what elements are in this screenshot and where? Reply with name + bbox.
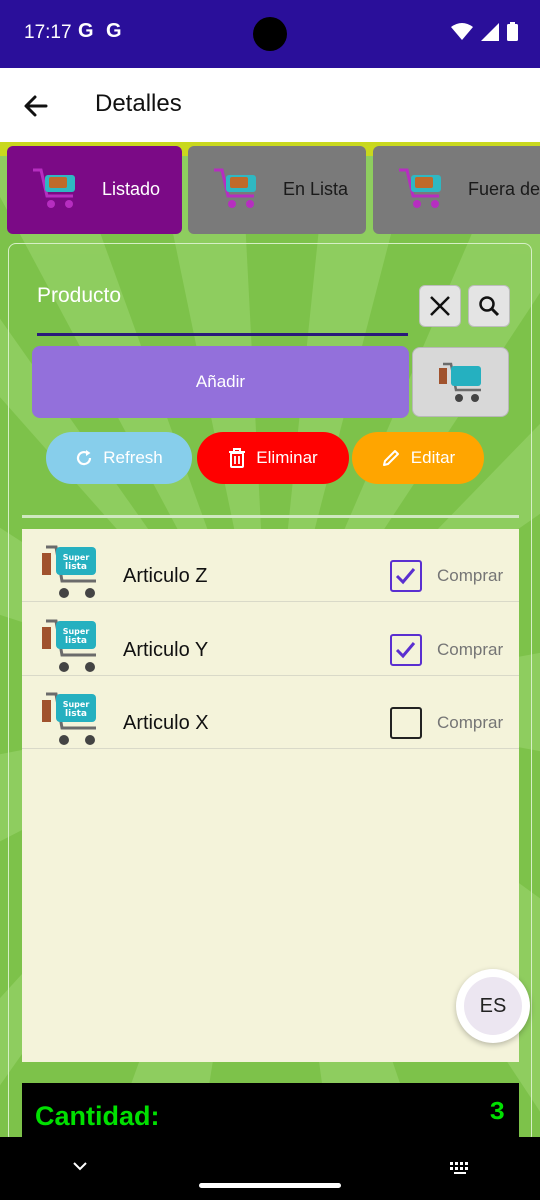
svg-text:Super: Super [63, 700, 90, 709]
list-item[interactable]: Super lista Articulo Z Comprar [22, 529, 519, 602]
tab-listado[interactable]: Listado [7, 146, 182, 234]
item-name: Articulo X [123, 712, 209, 734]
battery-icon [507, 22, 518, 41]
total-label: Cantidad: [35, 1101, 160, 1131]
app-bar: Detalles [0, 68, 540, 142]
add-button[interactable]: Añadir [32, 346, 409, 418]
signal-icon [481, 22, 499, 41]
tab-en-lista[interactable]: En Lista [188, 146, 366, 234]
item-name: Articulo Y [123, 639, 209, 661]
refresh-label: Refresh [103, 448, 163, 467]
refresh-button[interactable]: Refresh [46, 432, 192, 484]
buy-checkbox[interactable] [390, 634, 422, 666]
edit-button[interactable]: Editar [352, 432, 484, 484]
delete-button[interactable]: Eliminar [197, 432, 349, 484]
pencil-icon [382, 450, 399, 466]
svg-text:lista: lista [65, 709, 87, 719]
buy-label: Comprar [437, 640, 504, 659]
buy-label: Comprar [437, 566, 504, 585]
keyboard-icon[interactable] [449, 1161, 471, 1175]
super-lista-cart-icon: Super lista [42, 619, 96, 672]
status-bar: 17:17 G G [0, 0, 540, 68]
page-title: Detalles [95, 90, 182, 117]
edit-label: Editar [410, 448, 456, 467]
status-time: 17:17 [24, 22, 72, 43]
divider [22, 515, 519, 518]
product-input-label: Producto [37, 284, 122, 307]
refresh-icon [77, 450, 92, 466]
google-icon: G [78, 20, 94, 42]
system-nav-bar [0, 1137, 540, 1200]
total-value: 3 [489, 1097, 505, 1127]
tab-label: Fuera de [468, 179, 540, 199]
cart-button[interactable] [412, 347, 509, 417]
wifi-icon [451, 22, 473, 40]
svg-text:lista: lista [65, 562, 87, 572]
check-icon [395, 642, 416, 659]
google-icon: G [106, 20, 122, 42]
language-label: ES [464, 977, 522, 1035]
item-list: Super lista Articulo Z Comprar Super lis… [22, 529, 519, 1062]
home-handle[interactable] [199, 1183, 341, 1188]
back-arrow-icon[interactable] [18, 88, 54, 124]
svg-text:Super: Super [63, 627, 90, 636]
buy-checkbox[interactable] [390, 707, 422, 739]
status-icons [451, 22, 518, 41]
super-lista-cart-icon: Super lista [42, 692, 96, 745]
chevron-down-icon[interactable] [72, 1161, 88, 1171]
svg-text:Super: Super [63, 553, 90, 562]
buy-label: Comprar [437, 713, 504, 732]
buy-checkbox[interactable] [390, 560, 422, 592]
product-input[interactable] [37, 333, 408, 336]
super-lista-cart-icon: Super lista [42, 545, 96, 598]
item-name: Articulo Z [123, 565, 208, 587]
check-icon [395, 568, 416, 585]
search-icon [479, 296, 500, 317]
total-bar: Cantidad: 3 [22, 1083, 519, 1138]
shopping-cart-icon [399, 168, 441, 208]
clear-button[interactable] [419, 285, 461, 327]
trash-icon [229, 448, 246, 468]
shopping-cart-icon [214, 168, 256, 208]
close-icon [430, 296, 450, 316]
list-item[interactable]: Super lista Articulo X Comprar [22, 676, 519, 749]
tab-label: En Lista [283, 179, 349, 199]
tab-label: Listado [102, 179, 161, 199]
delete-label: Eliminar [256, 448, 318, 467]
tab-bar: Listado En Lista Fuera de [0, 146, 540, 236]
tab-fuera-de[interactable]: Fuera de [373, 146, 540, 234]
camera-cutout [253, 17, 287, 51]
list-item[interactable]: Super lista Articulo Y Comprar [22, 603, 519, 676]
language-button[interactable]: ES [456, 969, 530, 1043]
super-lista-cart-icon [439, 362, 481, 402]
svg-text:lista: lista [65, 636, 87, 646]
search-button[interactable] [468, 285, 510, 327]
shopping-cart-icon [33, 168, 75, 208]
